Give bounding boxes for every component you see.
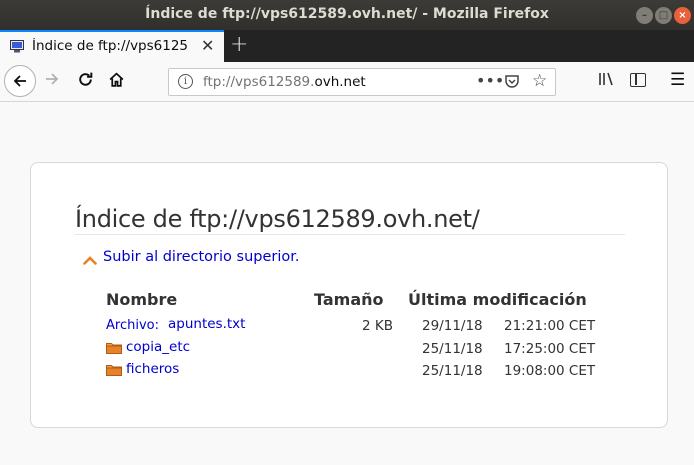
column-header-size[interactable]: Tamaño	[314, 290, 384, 309]
file-date: 25/11/18	[422, 363, 483, 379]
bookmark-star-icon[interactable]: ☆	[532, 71, 547, 91]
parent-directory-link[interactable]: Subir al directorio superior.	[103, 249, 300, 265]
close-window-button[interactable]: ×	[674, 7, 691, 24]
window-titlebar: Índice de ftp://vps612589.ovh.net/ - Moz…	[0, 0, 694, 30]
column-header-modified[interactable]: Última modificación	[408, 290, 587, 309]
window-title: Índice de ftp://vps612589.ovh.net/ - Moz…	[145, 6, 549, 22]
url-bar[interactable]: i ftp://vps612589.ovh.net ••• ☆	[168, 68, 556, 96]
back-button[interactable]	[4, 65, 36, 97]
file-date: 25/11/18	[422, 341, 483, 357]
pocket-icon[interactable]	[504, 74, 520, 89]
back-arrow-icon	[13, 75, 26, 87]
page-content: Índice de ftp://vps612589.ovh.net/ Subir…	[0, 103, 694, 465]
url-text[interactable]: ftp://vps612589.ovh.net	[203, 74, 366, 90]
forward-arrow-icon	[46, 73, 59, 85]
file-date: 29/11/18	[422, 318, 483, 334]
table-row: copia_etc 25/11/18 17:25:00 CET	[31, 338, 669, 360]
file-type-prefix: Archivo:	[106, 318, 159, 333]
minimize-button[interactable]: –	[636, 7, 653, 24]
tab-active[interactable]: Índice de ftp://vps6125 ✕	[0, 30, 224, 62]
library-button[interactable]	[598, 71, 616, 91]
file-link[interactable]: apuntes.txt	[168, 316, 245, 332]
directory-listing-card: Índice de ftp://vps612589.ovh.net/ Subir…	[30, 162, 668, 428]
sidebar-toggle-icon[interactable]	[630, 73, 646, 87]
ftp-favicon-icon	[10, 40, 24, 53]
page-actions-icon[interactable]: •••	[476, 71, 504, 90]
up-directory-icon[interactable]	[83, 255, 97, 265]
folder-icon	[106, 343, 122, 354]
file-size: 2 KB	[362, 318, 393, 334]
hamburger-menu-icon[interactable]: ☰	[670, 70, 685, 90]
file-time: 19:08:00 CET	[504, 363, 596, 379]
site-info-icon[interactable]: i	[178, 74, 193, 89]
maximize-button[interactable]: □	[655, 7, 672, 24]
table-row: ficheros 25/11/18 19:08:00 CET	[31, 360, 669, 382]
file-time: 17:25:00 CET	[504, 341, 596, 357]
table-row: Archivo: apuntes.txt 2 KB 29/11/18 21:21…	[31, 315, 669, 337]
home-button[interactable]	[108, 71, 125, 92]
home-icon	[109, 72, 124, 87]
file-time: 21:21:00 CET	[504, 318, 596, 334]
reload-button[interactable]	[77, 71, 94, 92]
url-domain: ovh.net	[314, 74, 366, 90]
tab-close-icon[interactable]: ✕	[201, 36, 214, 55]
tab-title: Índice de ftp://vps6125	[32, 38, 189, 54]
column-header-name[interactable]: Nombre	[106, 290, 177, 309]
title-divider	[75, 234, 625, 235]
tab-strip: Índice de ftp://vps6125 ✕ +	[0, 30, 694, 62]
navigation-toolbar: i ftp://vps612589.ovh.net ••• ☆ ☰	[0, 62, 694, 102]
new-tab-button[interactable]: +	[230, 32, 248, 57]
folder-icon	[106, 365, 122, 376]
url-prefix: ftp://vps612589.	[203, 74, 315, 90]
reload-icon	[79, 72, 93, 86]
forward-button[interactable]	[44, 71, 60, 91]
folder-link[interactable]: copia_etc	[126, 339, 190, 355]
page-title: Índice de ftp://vps612589.ovh.net/	[75, 205, 480, 233]
folder-link[interactable]: ficheros	[126, 361, 179, 377]
library-icon	[599, 72, 613, 86]
